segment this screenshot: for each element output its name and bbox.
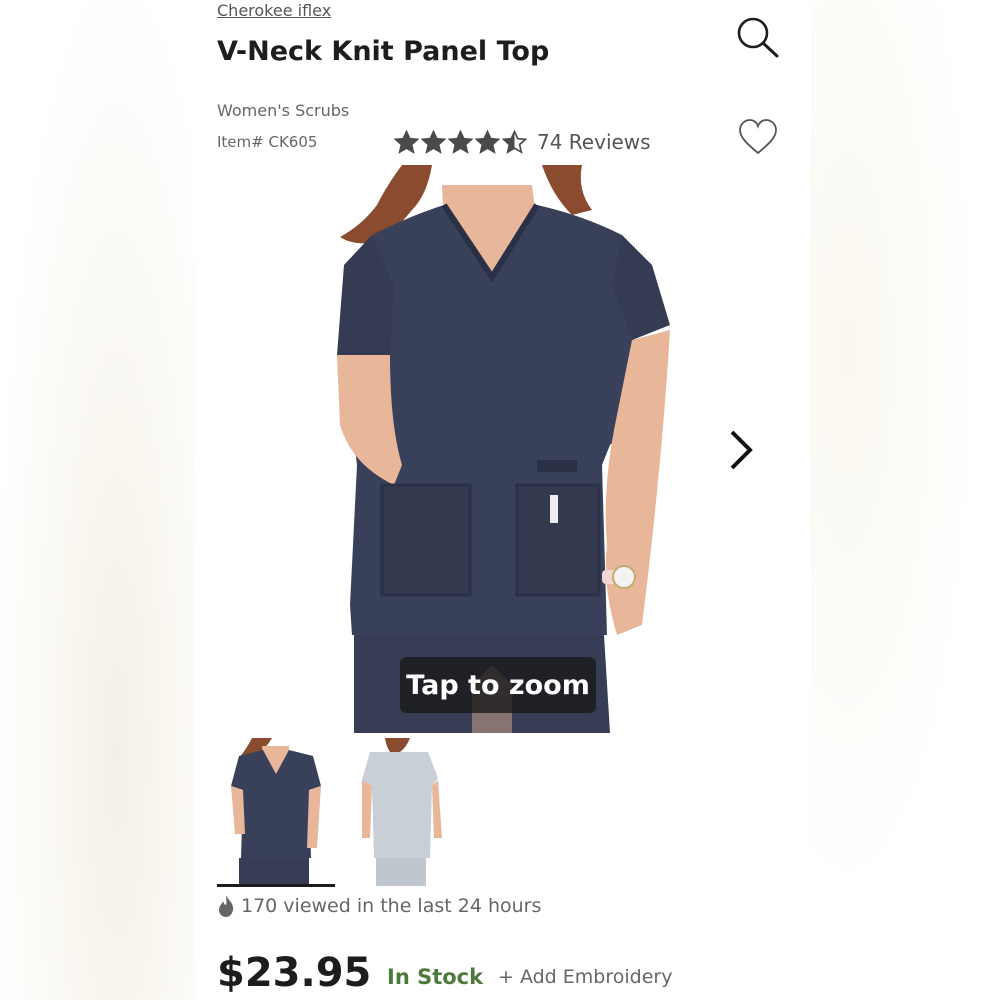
thumbnail-gray-back[interactable] [340, 738, 458, 886]
recent-views-label: 170 viewed in the last 24 hours [241, 895, 542, 917]
recent-views: 170 viewed in the last 24 hours [217, 893, 541, 919]
navy-scrub-thumbnail-image [217, 738, 335, 886]
chevron-right-icon [730, 430, 753, 470]
search-button[interactable] [733, 14, 781, 62]
brand-link[interactable]: Cherokee iflex [217, 1, 331, 20]
star-rating[interactable]: 74 Reviews [394, 127, 651, 157]
tap-to-zoom-hint[interactable]: Tap to zoom [400, 657, 596, 713]
heart-icon [739, 119, 777, 155]
selected-thumbnail-indicator [217, 884, 335, 887]
star-icon [502, 129, 527, 154]
item-number: Item# CK605 [217, 133, 318, 151]
stars-group [394, 129, 527, 155]
screenshot-stage: Cherokee iflex V-Neck Knit Panel Top Wom… [0, 0, 1000, 1000]
reviews-link[interactable]: 74 Reviews [537, 130, 651, 154]
product-category: Women's Scrubs [217, 101, 350, 120]
next-image-button[interactable] [724, 426, 758, 474]
left-backdrop [0, 0, 195, 1000]
right-backdrop [810, 0, 1000, 1000]
favorite-button[interactable] [738, 118, 778, 158]
gray-scrub-thumbnail-image [340, 738, 458, 886]
flame-icon [219, 895, 234, 917]
price: $23.95 [217, 950, 372, 996]
search-icon [737, 17, 779, 58]
product-title: V-Neck Knit Panel Top [217, 36, 550, 67]
star-icon [394, 129, 419, 154]
star-icon [475, 129, 500, 154]
star-icon [421, 129, 446, 154]
product-main-image[interactable] [332, 165, 680, 733]
star-icon [448, 129, 473, 154]
thumbnail-navy-front[interactable] [217, 738, 335, 886]
add-embroidery-link[interactable]: + Add Embroidery [498, 966, 672, 988]
scrub-top-photo [337, 165, 670, 733]
stock-status: In Stock [387, 965, 484, 989]
